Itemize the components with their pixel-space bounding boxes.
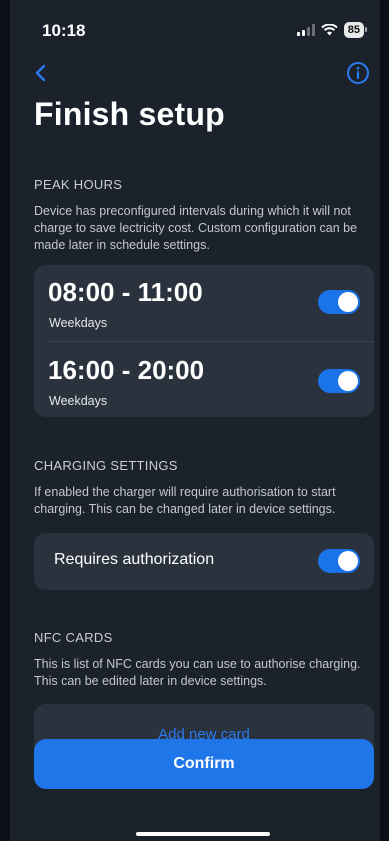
peak-interval-time: 08:00 - 11:00 <box>48 277 203 307</box>
peak-hours-heading: PEAK HOURS <box>34 177 123 192</box>
peak-hours-card: 08:00 - 11:00 Weekdays 16:00 - 20:00 Wee… <box>34 265 374 417</box>
home-indicator <box>136 832 270 836</box>
peak-interval-time: 16:00 - 20:00 <box>48 355 205 385</box>
battery-indicator: 85 <box>343 22 368 38</box>
page-title: Finish setup <box>34 96 225 132</box>
requires-authorization-toggle[interactable] <box>318 549 360 573</box>
peak-interval-row: 16:00 - 20:00 Weekdays <box>34 342 374 422</box>
info-icon <box>347 62 369 84</box>
back-button[interactable] <box>30 62 52 84</box>
status-time: 10:18 <box>42 21 86 40</box>
peak-interval-toggle[interactable] <box>318 290 360 314</box>
toggle-knob <box>338 292 358 312</box>
charging-settings-heading: CHARGING SETTINGS <box>34 458 178 473</box>
wifi-icon <box>321 24 338 36</box>
peak-interval-row: 08:00 - 11:00 Weekdays <box>34 265 374 345</box>
requires-authorization-label: Requires authorization <box>54 551 215 568</box>
status-bar: 10:18 85 <box>10 0 380 56</box>
app-screen: 10:18 85 Finish setup PEAK HOURS Device … <box>10 0 380 841</box>
chevron-left-icon <box>35 64 46 82</box>
nfc-cards-description: This is list of NFC cards you can use to… <box>34 657 361 688</box>
peak-hours-description: Device has preconfigured intervals durin… <box>34 204 358 252</box>
status-icons: 85 <box>296 22 368 38</box>
signal-icon <box>296 24 315 36</box>
confirm-button[interactable]: Confirm <box>34 739 374 789</box>
nfc-cards-heading: NFC CARDS <box>34 630 113 645</box>
charging-settings-description: If enabled the charger will require auth… <box>34 485 336 516</box>
peak-interval-days: Weekdays <box>49 316 108 330</box>
toggle-knob <box>338 551 358 571</box>
peak-interval-days: Weekdays <box>49 394 108 408</box>
peak-interval-toggle[interactable] <box>318 369 360 393</box>
info-button[interactable] <box>346 61 370 85</box>
requires-authorization-card: Requires authorization <box>34 533 374 590</box>
toggle-knob <box>338 371 358 391</box>
